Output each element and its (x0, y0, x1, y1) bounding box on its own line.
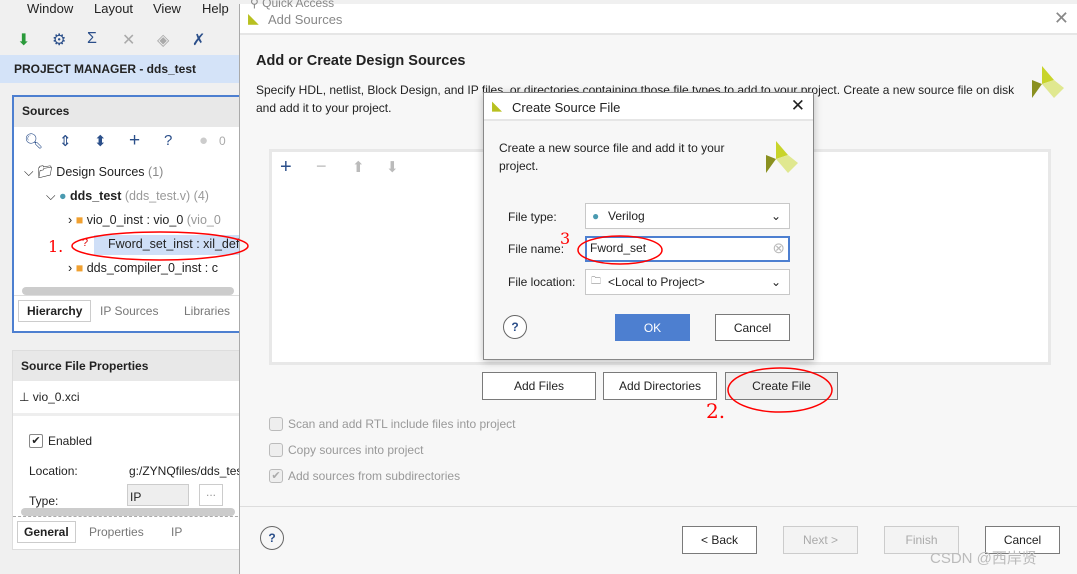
disabled-tool-icon: ✕ (122, 32, 136, 49)
dialog-title: Create Source File (512, 100, 621, 115)
file-name-label: File name: (508, 242, 565, 256)
error-icon: ● (199, 132, 209, 149)
tool-icon[interactable]: ✗ (192, 30, 205, 50)
project-header: PROJECT MANAGER - dds_test (0, 55, 240, 83)
type-field: IP (127, 484, 189, 506)
page-heading: Add or Create Design Sources (256, 53, 466, 69)
tree-dds-test[interactable]: ⌵ ● dds_test (dds_test.v) (4) (46, 189, 209, 204)
vivado-logo-icon (766, 141, 798, 173)
move-down-icon: ⬇ (386, 159, 399, 176)
close-icon[interactable]: ✕ (791, 96, 805, 116)
search-icon: ⚲ (250, 0, 259, 10)
collapse-all-icon[interactable]: ⇕ (59, 132, 72, 150)
chevron-down-icon: ⌄ (770, 209, 781, 223)
horizontal-scrollbar[interactable] (22, 287, 234, 295)
sigma-icon[interactable]: Σ (87, 30, 97, 48)
file-location-select[interactable]: 🗀 <Local to Project> ⌄ (585, 269, 790, 295)
error-count: 0 (219, 134, 226, 148)
watermark: CSDN @西岸贤 (930, 550, 1037, 567)
folder-icon: 🗀 (591, 276, 601, 287)
file-name-input[interactable]: Fword_set ⊗ (585, 236, 790, 262)
remove-icon: − (316, 156, 327, 176)
cancel-button[interactable]: Cancel (715, 314, 790, 341)
next-button: Next > (783, 526, 858, 554)
help-icon[interactable]: ? (260, 526, 284, 550)
move-up-icon: ⬆ (352, 159, 365, 176)
props-file: ⊥ vio_0.xci (19, 390, 80, 404)
scan-rtl-checkbox (269, 417, 283, 431)
tab-general[interactable]: General (17, 521, 76, 543)
tree-design-sources[interactable]: ⌵ 📁︎ Design Sources (1) (24, 165, 163, 180)
menu-bar: Window Layout View Help (0, 0, 240, 22)
props-title: Source File Properties (13, 351, 243, 381)
file-type-label: File type: (508, 210, 557, 224)
expand-all-icon[interactable]: ⬍ (94, 132, 107, 150)
tree-vio-inst[interactable]: › ■ vio_0_inst : vio_0 (vio_0 (68, 213, 221, 227)
copy-sources-checkbox (269, 443, 283, 457)
menu-layout[interactable]: Layout (94, 1, 133, 16)
help-icon[interactable]: ? (503, 315, 527, 339)
copy-sources-label: Copy sources into project (288, 443, 424, 457)
subdirectories-label: Add sources from subdirectories (288, 469, 461, 483)
unknown-icon[interactable]: ? (164, 132, 172, 149)
file-type-select[interactable]: ● Verilog ⌄ (585, 203, 790, 229)
verilog-icon: ● (592, 209, 600, 223)
tree-dds-compiler[interactable]: › ■ dds_compiler_0_inst : c (68, 261, 218, 275)
source-file-properties: Source File Properties ⊥ vio_0.xci ✔ Ena… (12, 350, 244, 550)
type-label: Type: (29, 494, 59, 508)
vivado-logo-icon: ◣ (492, 98, 502, 113)
tab-hierarchy[interactable]: Hierarchy (18, 300, 92, 322)
quick-access-label: Quick Access (262, 0, 335, 10)
clear-icon[interactable]: ⊗ (772, 239, 785, 257)
program-icon[interactable]: ⬇ (17, 30, 30, 50)
browse-button[interactable]: ... (199, 484, 223, 506)
vivado-logo-icon: ◣ (248, 10, 259, 26)
chevron-down-icon: ⌄ (770, 275, 781, 289)
tree-fword-inst[interactable]: Fword_set_inst : xil_defau (94, 235, 253, 255)
missing-file-icon: ? (82, 237, 89, 249)
project-title: PROJECT MANAGER - dds_test (14, 62, 197, 76)
tab-properties[interactable]: Properties (89, 525, 144, 539)
divider (240, 506, 1077, 507)
location-label: Location: (29, 464, 78, 478)
dialog-description: Create a new source file and add it to y… (499, 141, 725, 173)
tab-ip[interactable]: IP (171, 525, 182, 539)
back-button[interactable]: < Back (682, 526, 757, 554)
add-directories-button[interactable]: Add Directories (603, 372, 717, 400)
add-icon[interactable]: + (129, 130, 140, 152)
enabled-checkbox[interactable]: ✔ (29, 434, 43, 448)
add-icon[interactable]: + (280, 156, 292, 179)
menu-window[interactable]: Window (27, 1, 73, 16)
dialog-title: Add Sources (268, 12, 343, 27)
vivado-logo-icon (1032, 66, 1064, 98)
sources-panel: Sources 🔍︎ ⇕ ⬍ + ? ● 0 ⌵ 📁︎ Design Sourc… (12, 95, 253, 333)
settings-icon[interactable]: ⚙ (52, 30, 66, 50)
subdirectories-checkbox: ✔ (269, 469, 283, 483)
tab-ip-sources[interactable]: IP Sources (100, 304, 158, 318)
sources-title: Sources (14, 97, 242, 127)
menu-help[interactable]: Help (202, 1, 229, 16)
quick-access-search[interactable]: ⚲ Quick Access (250, 0, 335, 10)
scan-rtl-label: Scan and add RTL include files into proj… (288, 417, 516, 431)
close-icon[interactable]: ✕ (1054, 8, 1069, 29)
ok-button[interactable]: OK (615, 314, 690, 341)
create-file-button[interactable]: Create File (725, 372, 838, 400)
enabled-label: Enabled (48, 434, 93, 448)
search-icon[interactable]: 🔍︎ (24, 132, 43, 150)
tab-libraries[interactable]: Libraries (184, 304, 230, 318)
location-value: g:/ZYNQfiles/dds_tes (129, 464, 243, 478)
create-source-file-dialog: ◣ Create Source File ✕ Create a new sour… (483, 92, 814, 360)
add-files-button[interactable]: Add Files (482, 372, 596, 400)
menu-view[interactable]: View (153, 1, 181, 16)
file-location-label: File location: (508, 275, 576, 289)
disabled-tool-icon: ◈ (157, 32, 170, 49)
horizontal-scrollbar[interactable] (21, 508, 235, 516)
